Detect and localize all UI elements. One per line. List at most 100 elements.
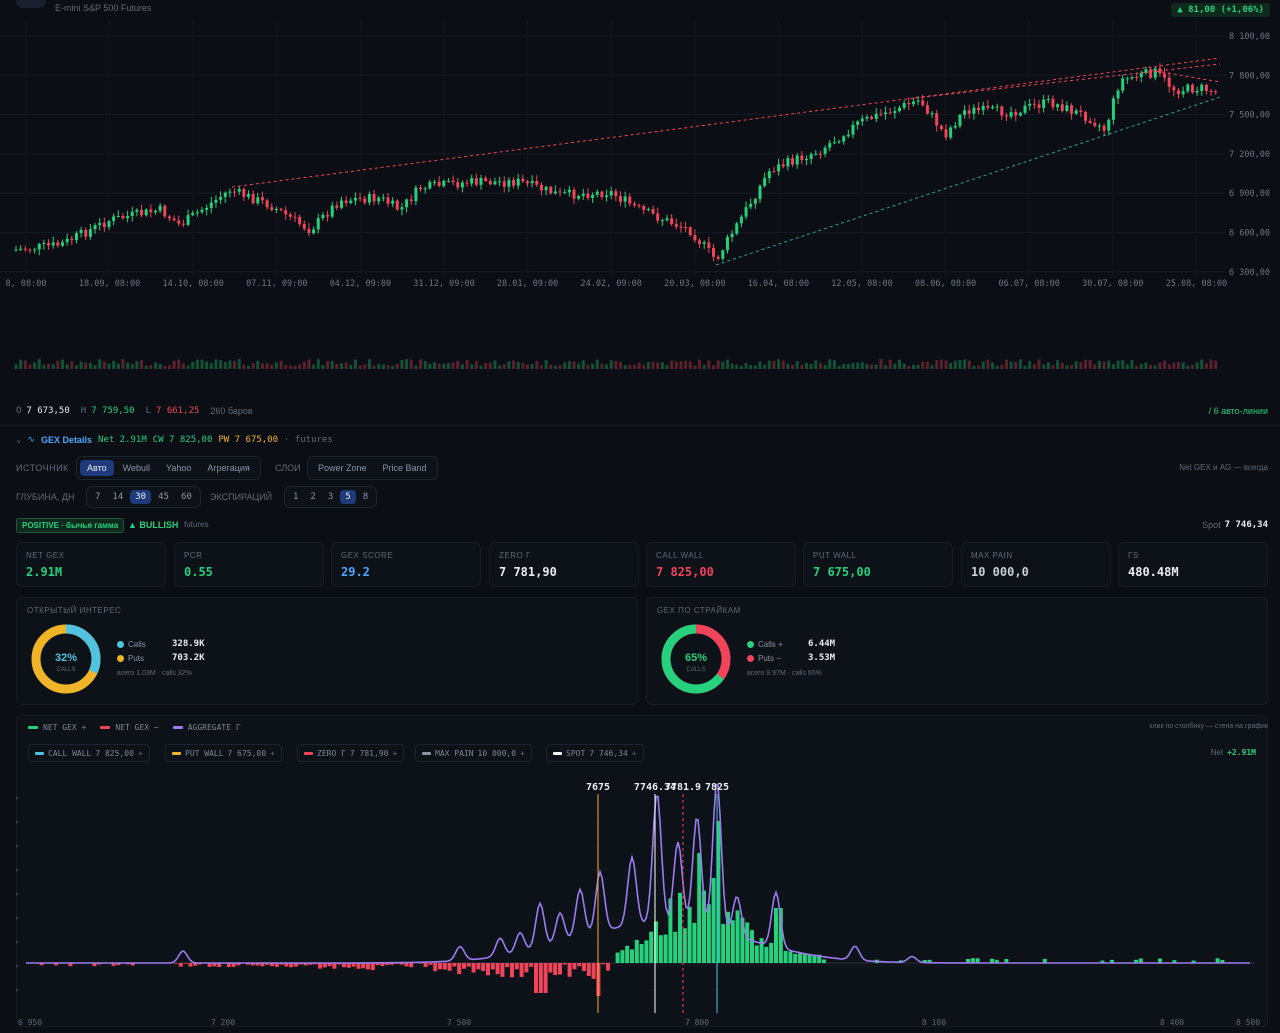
net-gex-neg-bar[interactable] [356,963,361,969]
expiry-selector[interactable]: 1 2 3 5 8 [284,486,378,508]
net-gex-pos-bar[interactable] [788,951,793,963]
net-gex-neg-bar[interactable] [548,963,553,973]
net-gex-neg-bar[interactable] [586,963,591,976]
net-gex-neg-bar[interactable] [366,963,370,970]
depth-60[interactable]: 60 [176,490,197,504]
expiry-2[interactable]: 2 [305,490,320,504]
net-gex-neg-bar[interactable] [582,963,586,971]
depth-7[interactable]: 7 [90,490,105,504]
net-gex-neg-bar[interactable] [514,963,519,970]
net-gex-pos-bar[interactable] [711,878,716,963]
net-gex-pos-bar[interactable] [745,922,750,963]
net-gex-neg-bar[interactable] [318,963,322,969]
net-gex-neg-bar[interactable] [361,963,366,969]
tag-put-wall[interactable]: PUT WALL 7 675,00 + [165,744,282,762]
net-gex-neg-bar[interactable] [524,963,529,973]
net-gex-pos-bar[interactable] [822,959,826,963]
expiry-1[interactable]: 1 [288,490,303,504]
net-gex-pos-bar[interactable] [639,943,644,963]
net-gex-pos-bar[interactable] [644,940,649,963]
expiry-8[interactable]: 8 [358,490,373,504]
tag-zero-gamma[interactable]: ZERO Γ7 781,90 + [297,744,405,762]
tag-spot[interactable]: SPOT 7 746,34 + [546,744,644,762]
net-gex-neg-bar[interactable] [447,963,452,971]
net-gex-neg-bar[interactable] [178,963,183,967]
net-gex-neg-bar[interactable] [591,963,596,979]
net-gex-pos-bar[interactable] [769,942,774,963]
net-gex-neg-bar[interactable] [490,963,495,970]
net-gex-pos-bar[interactable] [706,904,711,963]
net-gex-pos-bar[interactable] [721,923,726,963]
net-gex-neg-bar[interactable] [486,963,490,976]
net-gex-neg-bar[interactable] [457,963,462,975]
net-gex-neg-bar[interactable] [183,963,188,964]
net-gex-neg-bar[interactable] [577,963,582,967]
net-gex-pos-bar[interactable] [750,930,754,963]
net-gex-neg-bar[interactable] [174,963,178,964]
net-gex-neg-bar[interactable] [471,963,476,973]
expiry-3[interactable]: 3 [323,490,338,504]
net-gex-neg-bar[interactable] [567,963,572,977]
net-gex-neg-bar[interactable] [404,963,409,967]
net-gex-neg-bar[interactable] [466,963,471,967]
net-gex-neg-bar[interactable] [543,963,548,993]
net-gex-pos-bar[interactable] [774,908,778,963]
tag-max-pain[interactable]: MAX PAIN 10 000,0 + [415,744,532,762]
depth-14[interactable]: 14 [107,490,128,504]
net-gex-pos-bar[interactable] [764,946,769,963]
net-gex-neg-bar[interactable] [370,963,375,971]
net-gex-pos-bar[interactable] [802,953,807,963]
depth-selector[interactable]: 7 14 30 45 60 [86,486,201,508]
source-selector[interactable]: Авто Webull Yahoo Агрегация [76,456,261,480]
net-gex-pos-bar[interactable] [649,931,654,963]
source-aggregation[interactable]: Агрегация [200,460,256,476]
net-gex-pos-bar[interactable] [735,910,740,963]
net-gex-neg-bar[interactable] [572,963,577,970]
depth-45[interactable]: 45 [153,490,174,504]
net-gex-pos-bar[interactable] [793,953,798,963]
net-gex-pos-bar[interactable] [783,950,788,963]
net-gex-neg-bar[interactable] [606,963,610,971]
net-gex-neg-bar[interactable] [534,963,538,993]
net-gex-neg-bar[interactable] [553,963,558,976]
net-gex-pos-bar[interactable] [692,922,697,963]
net-gex-neg-bar[interactable] [562,963,567,965]
net-gex-neg-bar[interactable] [433,963,438,972]
net-gex-pos-bar[interactable] [620,950,625,963]
net-gex-pos-bar[interactable] [730,920,735,963]
net-gex-pos-bar[interactable] [658,935,663,963]
net-gex-pos-bar[interactable] [697,853,702,963]
net-gex-neg-bar[interactable] [519,963,524,977]
net-gex-neg-bar[interactable] [442,963,447,970]
gex-header[interactable]: ⌄ ∿ GEX Details Net 2.91M CW 7 825,00 PW… [16,435,333,445]
net-gex-neg-bar[interactable] [510,963,514,978]
tag-call-wall[interactable]: CALL WALL 7 825,00 + [28,744,150,762]
gex-profile-chart[interactable]: 7675 7746.347781.9 78256 950 7 200 7 500 7 80… [0,770,1280,1033]
net-gex-neg-bar[interactable] [428,963,433,965]
net-gex-neg-bar[interactable] [558,963,562,975]
net-gex-neg-bar[interactable] [423,963,428,968]
net-gex-neg-bar[interactable] [438,963,442,970]
net-gex-neg-bar[interactable] [452,963,457,967]
net-gex-neg-bar[interactable] [481,963,486,971]
net-gex-neg-bar[interactable] [476,963,481,970]
net-gex-pos-bar[interactable] [678,892,682,963]
net-gex-pos-bar[interactable] [754,945,759,963]
net-gex-pos-bar[interactable] [687,906,692,963]
net-gex-neg-bar[interactable] [538,963,543,993]
layers-selector[interactable]: Power Zone Price Band [307,456,438,480]
source-yahoo[interactable]: Yahoo [159,460,198,476]
net-gex-neg-bar[interactable] [500,963,505,977]
resistance-trendline[interactable] [231,57,1221,188]
net-gex-pos-bar[interactable] [634,939,639,963]
net-gex-pos-bar[interactable] [798,953,802,963]
net-gex-neg-bar[interactable] [462,963,466,969]
net-gex-neg-bar[interactable] [505,963,510,968]
net-gex-pos-bar[interactable] [807,954,812,963]
net-gex-pos-bar[interactable] [759,938,764,963]
net-gex-neg-bar[interactable] [188,963,193,967]
price-chart-svg[interactable]: 8 100,00 7 800,00 7 500,00 7 200,00 6 900,00… [0,0,1280,400]
net-gex-neg-bar[interactable] [332,963,337,969]
support-trendline[interactable] [715,96,1221,266]
layer-price-band[interactable]: Price Band [376,460,434,476]
